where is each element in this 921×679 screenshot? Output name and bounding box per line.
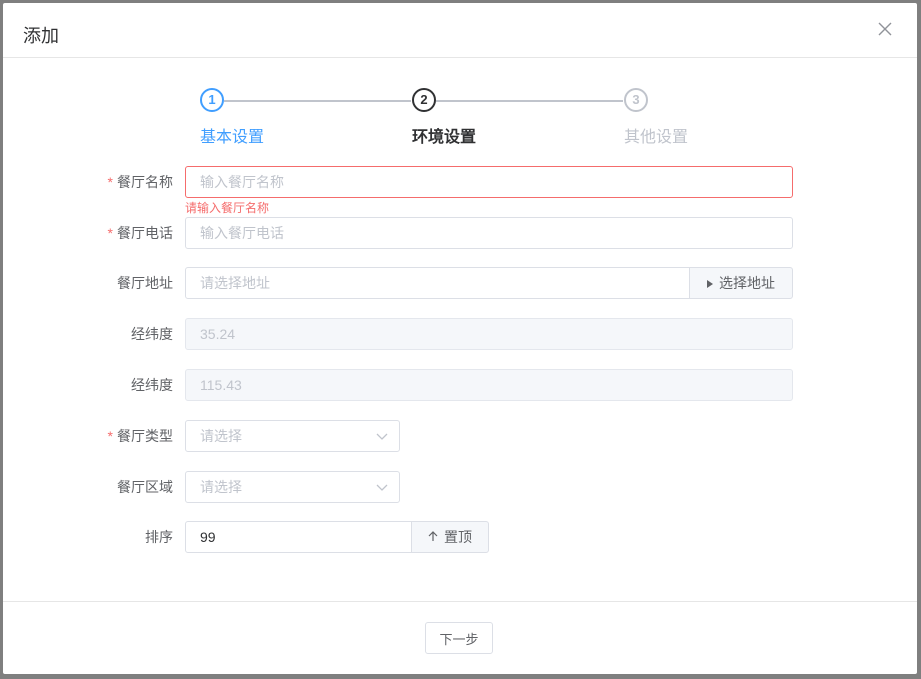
restaurant-area-select[interactable]: 请选择 [185, 471, 400, 503]
pin-top-button[interactable]: 置顶 [411, 521, 489, 553]
form-row-phone: * 餐厅电话 [3, 217, 917, 249]
sort-label: 排序 [145, 529, 173, 545]
longitude-label: 经纬度 [131, 326, 173, 342]
latitude-label: 经纬度 [131, 377, 173, 393]
step-3-number: 3 [624, 88, 648, 112]
sort-input[interactable] [185, 521, 412, 553]
next-step-button[interactable]: 下一步 [425, 622, 493, 654]
close-icon[interactable] [875, 19, 895, 39]
dialog-title: 添加 [23, 26, 59, 46]
chevron-down-icon [376, 480, 388, 492]
step-2-number: 2 [412, 88, 436, 112]
area-label: 餐厅区域 [117, 479, 173, 495]
form-row-name: *餐厅名称 请输入餐厅名称 [3, 166, 917, 215]
longitude-input: 35.24 [185, 318, 793, 350]
caret-right-icon [707, 268, 713, 298]
chevron-down-icon [376, 429, 388, 441]
select-address-button[interactable]: 选择地址 [689, 267, 793, 299]
step-2-title: 环境设置 [412, 129, 477, 146]
dialog-footer: 下一步 [3, 601, 917, 674]
restaurant-phone-input[interactable] [185, 217, 793, 249]
name-label: * 餐厅名称 [107, 174, 173, 190]
form-row-type: * 餐厅类型 请选择 [3, 420, 917, 452]
dialog-header: 添加 [3, 3, 917, 58]
name-error-message: 请输入餐厅名称 [185, 201, 270, 215]
phone-label: * 餐厅电话 [107, 225, 173, 241]
step-1-title: 基本设置 [200, 129, 265, 146]
form-row-longitude: 经纬度 35.24 [3, 318, 917, 350]
step-line-2 [436, 100, 623, 102]
restaurant-name-input[interactable] [185, 166, 793, 198]
form-row-area: 餐厅区域 请选择 [3, 471, 917, 503]
step-1-number: 1 [200, 88, 224, 112]
form-row-address: 餐厅地址 选择地址 [3, 267, 917, 299]
arrow-up-icon [428, 522, 438, 552]
type-label: * 餐厅类型 [107, 428, 173, 444]
required-mark: * [107, 428, 113, 444]
restaurant-type-select[interactable]: 请选择 [185, 420, 400, 452]
restaurant-address-input[interactable] [185, 267, 690, 299]
add-dialog: 添加 1 基本设置 2 环境设置 3 其他设置 *餐厅名称 请输入餐厅名称 [3, 3, 917, 674]
form-row-latitude: 经纬度 115.43 [3, 369, 917, 401]
latitude-input: 115.43 [185, 369, 793, 401]
required-mark: * [107, 174, 113, 190]
step-3-title: 其他设置 [624, 129, 689, 146]
steps-bar: 1 基本设置 2 环境设置 3 其他设置 [3, 88, 917, 148]
address-label: 餐厅地址 [117, 275, 173, 291]
form-row-sort: 排序 置顶 [3, 521, 917, 553]
step-line-1 [224, 100, 411, 102]
required-mark: * [107, 225, 113, 241]
